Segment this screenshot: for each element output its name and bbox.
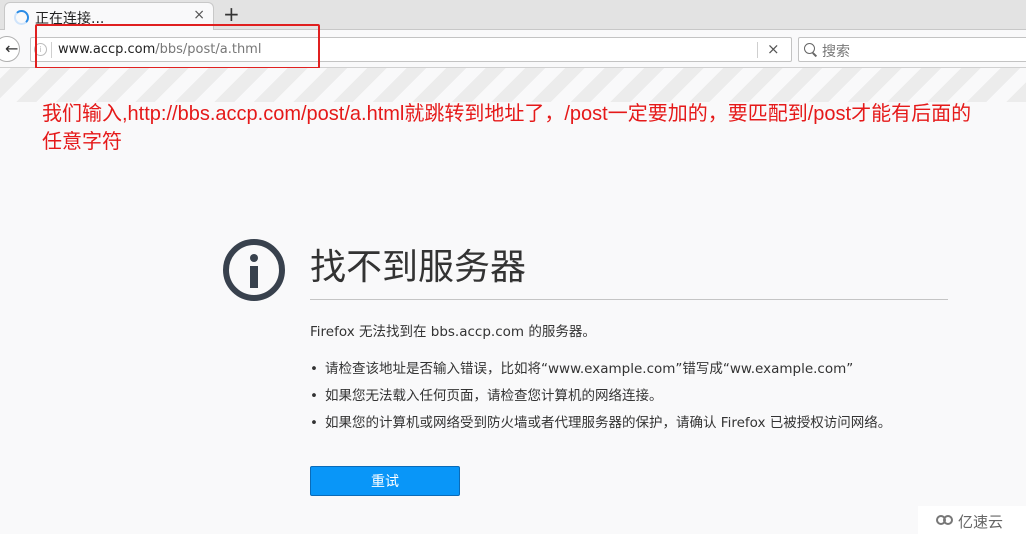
info-circle-icon bbox=[223, 239, 285, 301]
list-item: 如果您无法载入任何页面，请检查您计算机的网络连接。 bbox=[310, 383, 891, 410]
error-description: Firefox 无法找到在 bbs.accp.com 的服务器。 bbox=[310, 324, 596, 340]
back-button[interactable]: ← bbox=[0, 36, 20, 62]
new-tab-button[interactable]: + bbox=[223, 2, 240, 26]
close-tab-icon[interactable]: × bbox=[193, 7, 205, 23]
search-bar[interactable]: 搜索 bbox=[798, 37, 1026, 62]
list-item: 如果您的计算机或网络受到防火墙或者代理服务器的保护，请确认 Firefox 已被… bbox=[310, 410, 891, 437]
loading-spinner-icon bbox=[14, 10, 29, 25]
stop-loading-icon[interactable]: × bbox=[767, 40, 780, 58]
url-separator-right bbox=[757, 42, 758, 58]
back-arrow-icon: ← bbox=[5, 39, 19, 58]
watermark-text: 亿速云 bbox=[958, 513, 1004, 531]
annotation-highlight-box bbox=[35, 24, 320, 69]
divider bbox=[310, 299, 948, 300]
search-input[interactable]: 搜索 bbox=[822, 41, 850, 61]
suggestion-list: 请检查该地址是否输入错误，比如将“www.example.com”错写成“ww.… bbox=[310, 356, 891, 437]
watermark: 亿速云 bbox=[918, 506, 1026, 534]
page-title: 找不到服务器 bbox=[310, 247, 527, 288]
annotation-text: 我们输入,http://bbs.accp.com/post/a.html就跳转到… bbox=[42, 103, 972, 153]
cloud-logo-icon bbox=[936, 514, 954, 526]
list-item: 请检查该地址是否输入错误，比如将“www.example.com”错写成“ww.… bbox=[310, 356, 891, 383]
loading-stripe bbox=[0, 68, 1026, 102]
retry-button[interactable]: 重试 bbox=[310, 466, 460, 496]
search-icon bbox=[804, 43, 815, 54]
